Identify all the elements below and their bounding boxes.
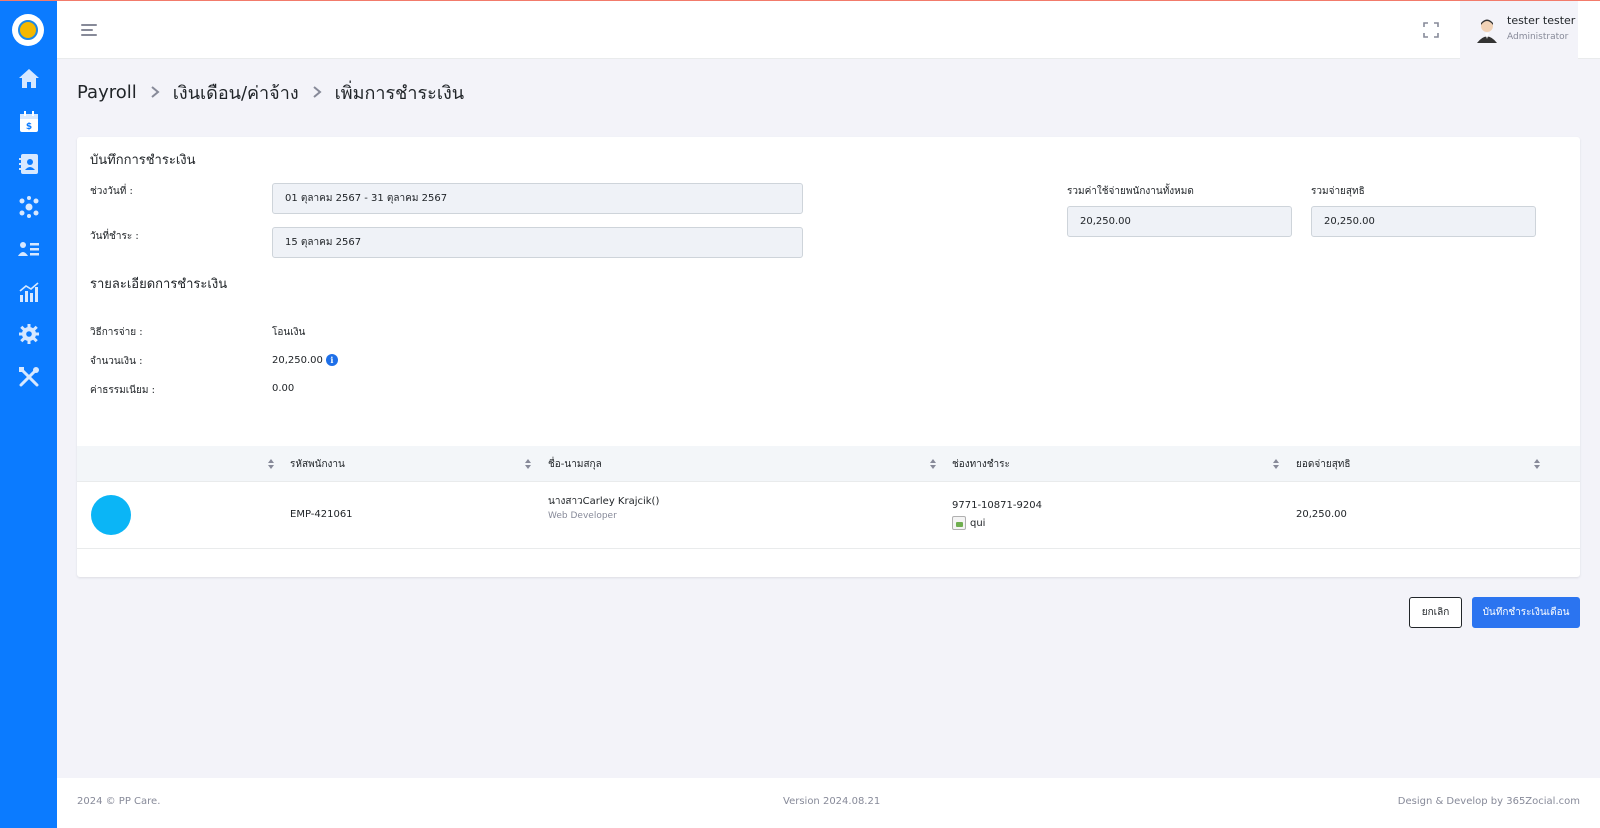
- fullscreen-icon[interactable]: [1422, 21, 1440, 39]
- save-payroll-button[interactable]: บันทึกชำระเงินเดือน: [1472, 597, 1580, 628]
- method-value: โอนเงิน: [272, 327, 306, 338]
- period-label: ช่วงวันที่ :: [90, 186, 133, 197]
- footer: 2024 © PP Care. Version 2024.08.21 Desig…: [57, 778, 1600, 828]
- breadcrumb-payroll[interactable]: Payroll: [77, 82, 137, 103]
- user-avatar-icon: [1474, 17, 1500, 43]
- team-icon[interactable]: [16, 194, 42, 220]
- cell-account: 9771-10871-9204: [952, 500, 1042, 511]
- payment-card: บันทึกการชำระเงิน ช่วงวันที่ : 01 ตุลาคม…: [77, 137, 1580, 577]
- breadcrumb-add-payment: เพิ่มการชำระเงิน: [334, 82, 465, 104]
- details-title: รายละเอียดการชำระเงิน: [90, 277, 228, 292]
- period-field[interactable]: 01 ตุลาคม 2567 - 31 ตุลาคม 2567: [272, 183, 803, 214]
- avatar: [91, 495, 131, 535]
- cell-position: Web Developer: [548, 511, 617, 521]
- user-menu[interactable]: tester tester Administrator: [1460, 1, 1578, 59]
- footer-credit: Design & Develop by 365Zocial.com: [1397, 796, 1580, 807]
- th-employee-id[interactable]: รหัสพนักงาน: [290, 446, 345, 482]
- th-payment-channel[interactable]: ช่องทางชำระ: [952, 446, 1010, 482]
- chevron-right-icon: [311, 85, 323, 99]
- contacts-icon[interactable]: [16, 151, 42, 177]
- fee-value: 0.00: [272, 383, 295, 394]
- bank-logo-icon: [952, 516, 966, 530]
- breadcrumb-salary[interactable]: เงินเดือน/ค่าจ้าง: [173, 78, 299, 107]
- pay-date-field[interactable]: 15 ตุลาคม 2567: [272, 227, 803, 258]
- user-role: Administrator: [1507, 32, 1569, 42]
- cell-net-pay: 20,250.00: [1296, 509, 1347, 520]
- sort-icon[interactable]: [1273, 459, 1279, 469]
- svg-text:$: $: [26, 122, 32, 132]
- bank-name: qui: [970, 518, 986, 529]
- menu-toggle-icon[interactable]: [81, 22, 99, 38]
- method-label: วิธีการจ่าย :: [90, 327, 143, 338]
- form-title: บันทึกการชำระเงิน: [90, 153, 196, 168]
- amount-value-group: 20,250.00 i: [272, 354, 338, 366]
- sidebar: $: [0, 0, 57, 828]
- sort-icon[interactable]: [525, 459, 531, 469]
- table-row: EMP-421061 นางสาวCarley Krajcik() Web De…: [77, 482, 1580, 549]
- sort-icon[interactable]: [268, 459, 274, 469]
- user-name: tester tester: [1507, 14, 1576, 27]
- th-full-name[interactable]: ชื่อ-นามสกุล: [548, 446, 602, 482]
- analytics-icon[interactable]: [16, 279, 42, 305]
- footer-copyright: 2024 © PP Care.: [77, 796, 161, 807]
- cell-employee-id: EMP-421061: [290, 509, 353, 520]
- total-cost-label: รวมค่าใช้จ่ายพนักงานทั้งหมด: [1067, 186, 1194, 197]
- total-net-label: รวมจ่ายสุทธิ: [1311, 186, 1365, 197]
- cell-name: นางสาวCarley Krajcik(): [548, 496, 660, 507]
- amount-label: จำนวนเงิน :: [90, 356, 143, 367]
- tools-icon[interactable]: [16, 364, 42, 390]
- amount-value: 20,250.00: [272, 355, 323, 366]
- sort-icon[interactable]: [930, 459, 936, 469]
- logo-mark: [18, 20, 38, 40]
- info-icon[interactable]: i: [325, 354, 338, 366]
- cancel-button[interactable]: ยกเลิก: [1409, 597, 1462, 628]
- settings-icon[interactable]: [16, 321, 42, 347]
- fee-label: ค่าธรรมเนียม :: [90, 385, 155, 396]
- employee-list-icon[interactable]: [16, 236, 42, 262]
- footer-version: Version 2024.08.21: [783, 796, 881, 807]
- sort-icon[interactable]: [1534, 459, 1540, 469]
- cell-bank: qui: [952, 516, 985, 530]
- topbar: tester tester Administrator: [57, 1, 1600, 59]
- th-net-pay[interactable]: ยอดจ่ายสุทธิ: [1296, 446, 1351, 482]
- table-header: รหัสพนักงาน ชื่อ-นามสกุล ช่องทางชำระ ยอด…: [77, 446, 1580, 482]
- home-icon[interactable]: [16, 66, 42, 92]
- pay-date-label: วันที่ชำระ :: [90, 231, 139, 242]
- payroll-calendar-icon[interactable]: $: [16, 109, 42, 135]
- breadcrumb: Payroll เงินเดือน/ค่าจ้าง เพิ่มการชำระเง…: [77, 78, 464, 106]
- total-cost-field: 20,250.00: [1067, 206, 1292, 237]
- app-logo[interactable]: [12, 14, 44, 46]
- chevron-right-icon: [149, 85, 161, 99]
- total-net-field: 20,250.00: [1311, 206, 1536, 237]
